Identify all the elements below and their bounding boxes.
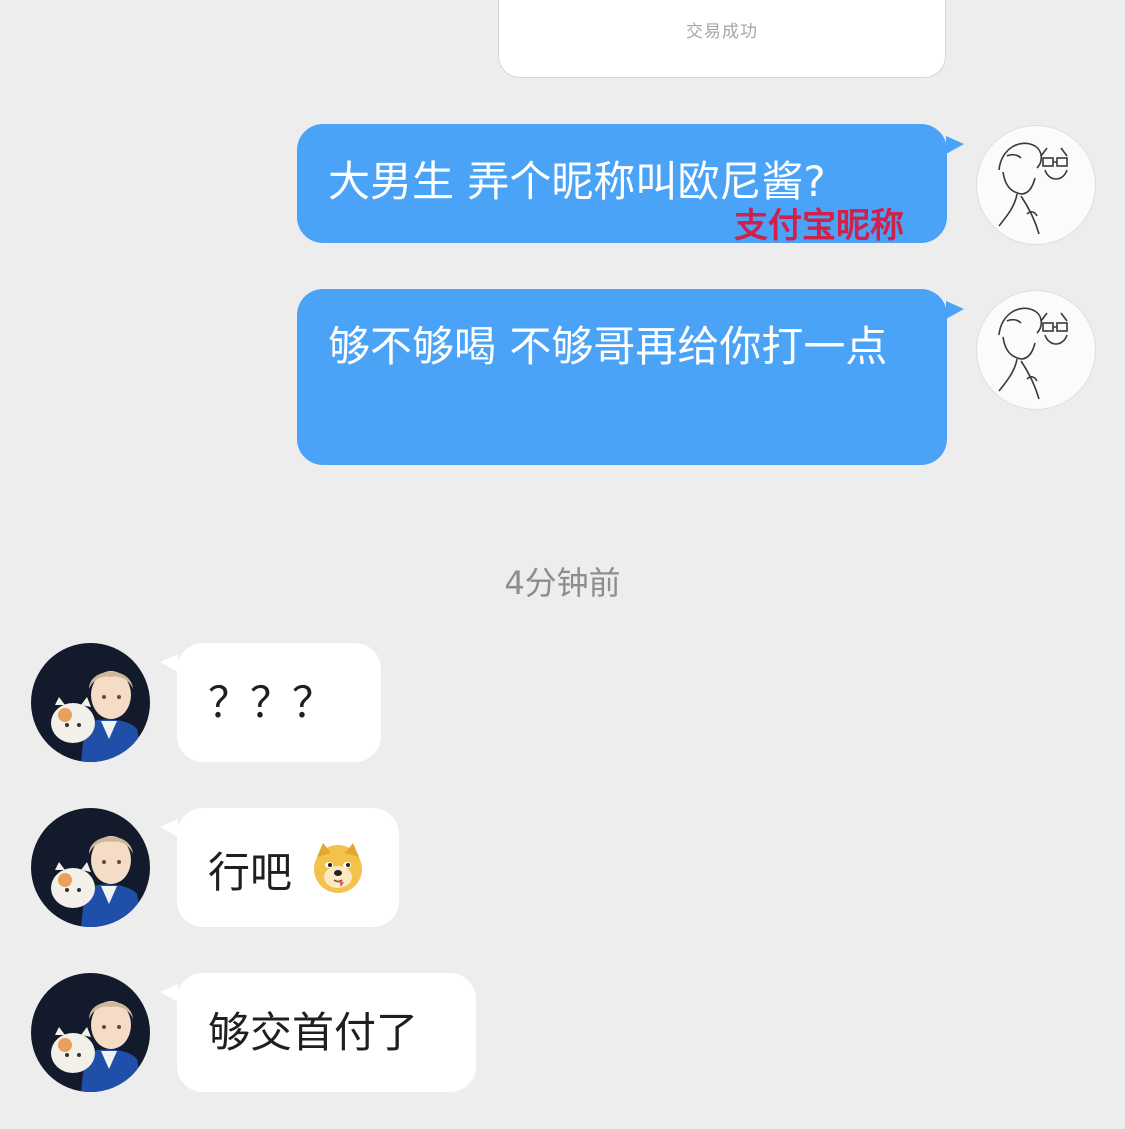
message-text: 行吧: [208, 848, 293, 897]
bubble-tail: [946, 301, 964, 319]
bubble-tail: [160, 819, 178, 837]
message-timestamp: 4分钟前: [504, 564, 621, 602]
contact-avatar[interactable]: [31, 808, 150, 927]
sketch-avatar-icon: [998, 307, 1068, 400]
anime-avatar-icon: [31, 643, 150, 762]
self-avatar[interactable]: [976, 125, 1096, 245]
contact-avatar[interactable]: [31, 643, 150, 762]
bubble-tail: [946, 136, 964, 154]
doge-emoji-icon: [314, 843, 363, 893]
message-bubble-incoming[interactable]: 够交首付了: [177, 973, 476, 1092]
message-text: 够不够喝 不够哥再给你打一点: [328, 322, 888, 371]
message-text: 够交首付了: [208, 1008, 419, 1057]
anime-avatar-icon: [31, 808, 150, 927]
message-bubble-incoming[interactable]: 行吧: [177, 808, 399, 927]
transaction-status: 交易成功: [686, 22, 758, 42]
message-text: ？？？: [208, 678, 335, 727]
sketch-avatar-icon: [998, 142, 1068, 235]
message-bubble-outgoing[interactable]: 够不够喝 不够哥再给你打一点: [297, 289, 947, 465]
bubble-tail: [160, 654, 178, 672]
message-bubble-incoming[interactable]: ？？？: [177, 643, 381, 762]
transaction-card[interactable]: 交易成功: [498, 0, 946, 78]
message-text: 大男生 弄个昵称叫欧尼酱?: [328, 157, 826, 206]
self-avatar[interactable]: [976, 290, 1096, 410]
bubble-tail: [160, 984, 178, 1002]
contact-avatar[interactable]: [31, 973, 150, 1092]
nickname-annotation: 支付宝昵称: [734, 206, 904, 246]
anime-avatar-icon: [31, 973, 150, 1092]
